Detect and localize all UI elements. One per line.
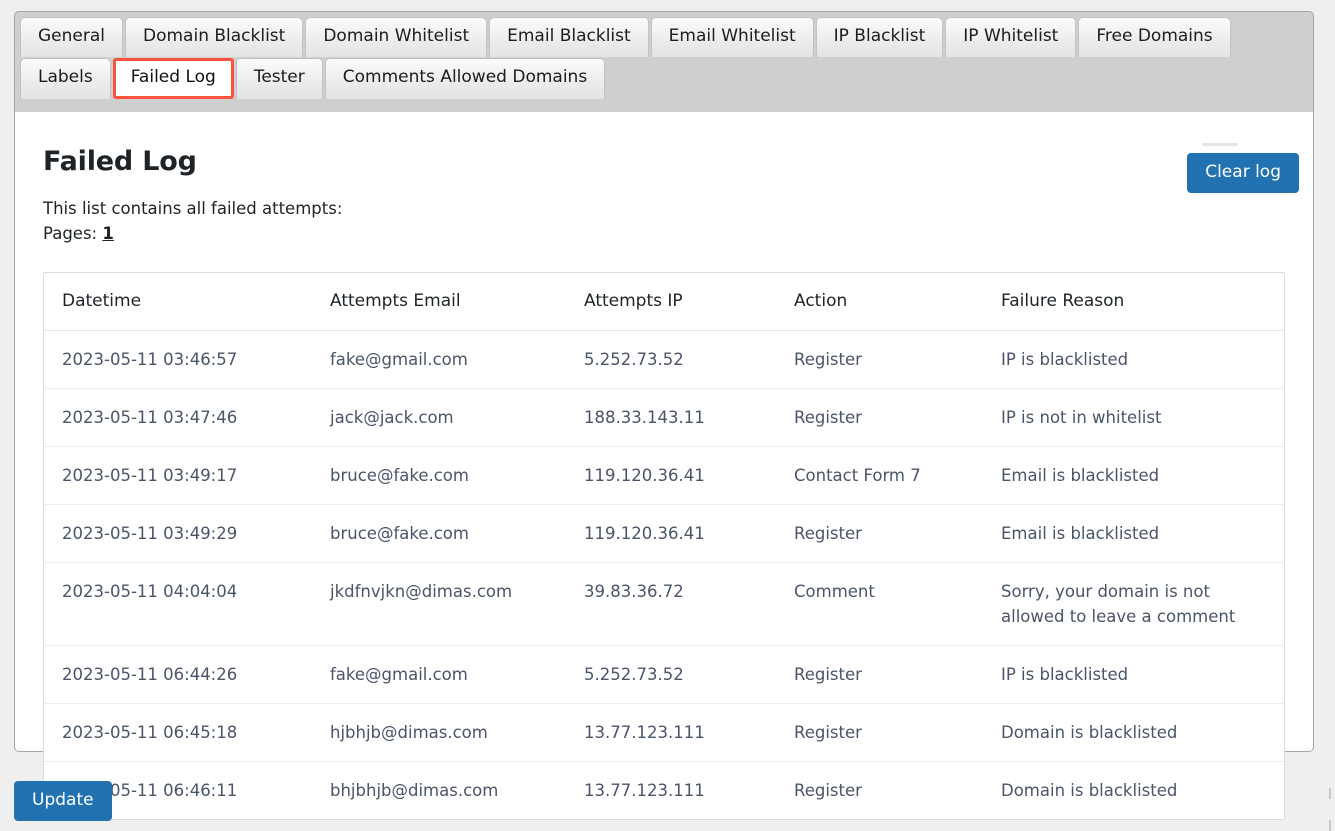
cell-ip: 39.83.36.72 (566, 562, 776, 646)
button-hover-artifact (1202, 143, 1238, 146)
table-row: 2023-05-11 04:04:04 jkdfnvjkn@dimas.com 39… (44, 562, 1284, 646)
tab-email-whitelist[interactable]: Email Whitelist (650, 17, 814, 57)
pagination: Pages: 1 (43, 222, 1285, 246)
table-row: 2023-05-11 03:49:17 bruce@fake.com 119.120… (44, 446, 1284, 505)
table-row: 2023-05-11 03:49:29 bruce@fake.com 119.120… (44, 504, 1284, 563)
page-title: Failed Log (43, 146, 197, 177)
cell-reason: IP is blacklisted (983, 645, 1284, 704)
pages-label: Pages: (43, 224, 98, 243)
tab-row-secondary: Labels Failed Log Tester Comments Allowed D… (20, 58, 1308, 100)
cell-ip: 5.252.73.52 (566, 330, 776, 389)
table-header-row: Datetime Attempts Email Attempts IP Action F… (44, 273, 1284, 331)
tab-row-primary: General Domain Blacklist Domain Whitelist E… (20, 17, 1308, 58)
cell-datetime: 2023-05-11 06:44:26 (44, 645, 312, 704)
cell-email: jkdfnvjkn@dimas.com (312, 562, 566, 646)
page-number-link[interactable]: 1 (102, 224, 113, 243)
cell-datetime: 2023-05-11 03:46:57 (44, 330, 312, 389)
cell-reason: Sorry, your domain is not allowed to lea… (983, 562, 1284, 646)
cell-reason: Domain is blacklisted (983, 703, 1284, 762)
cell-action: Register (776, 645, 983, 704)
cell-datetime: 2023-05-11 06:45:18 (44, 703, 312, 762)
cell-email: jack@jack.com (312, 388, 566, 447)
cell-reason: Domain is blacklisted (1001, 781, 1178, 800)
table-header: Datetime Attempts Email Attempts IP Action F… (44, 273, 1284, 331)
cell-action: Register (776, 504, 983, 563)
tab-email-blacklist[interactable]: Email Blacklist (489, 17, 649, 57)
column-header-datetime: Datetime (44, 273, 312, 331)
tab-ip-whitelist[interactable]: IP Whitelist (945, 17, 1077, 57)
table-row: 2023-05-11 03:46:57 fake@gmail.com 5.252.7… (44, 330, 1284, 389)
tab-failed-log[interactable]: Failed Log (112, 58, 234, 99)
tab-domain-blacklist[interactable]: Domain Blacklist (125, 17, 304, 57)
cell-action: Register (776, 388, 983, 447)
cell-email: fake@gmail.com (312, 330, 566, 389)
tab-tester[interactable]: Tester (235, 58, 323, 99)
cell-ip: 188.33.143.11 (566, 388, 776, 447)
cell-action: Comment (776, 562, 983, 646)
table-body: 2023-05-11 03:46:57 fake@gmail.com 5.252.7… (44, 330, 1284, 820)
cell-reason: IP is not in whitelist (983, 388, 1284, 447)
table-row: 2023-05-11 06:46:11 bhjbhjb@dimas.com 13.7… (44, 762, 1284, 820)
cell-email: hjbhjb@dimas.com (312, 703, 566, 762)
table-row: 2023-05-11 03:47:46 jack@jack.com 188.33.1… (44, 388, 1284, 447)
update-button[interactable]: Update (14, 781, 112, 821)
tab-ip-blacklist[interactable]: IP Blacklist (815, 17, 944, 57)
cell-reason: Email is blacklisted (983, 446, 1284, 505)
cell-email: bhjbhjb@dimas.com (330, 781, 499, 800)
cell-email: bruce@fake.com (312, 446, 566, 505)
tab-free-domains[interactable]: Free Domains (1078, 17, 1231, 57)
table-row: 2023-05-11 06:44:26 fake@gmail.com 5.252.7… (44, 645, 1284, 704)
description-text: This list contains all failed attempts: (43, 199, 343, 218)
cell-action: Register (776, 330, 983, 389)
page-description: This list contains all failed attempts: … (43, 197, 1285, 246)
tab-general[interactable]: General (20, 17, 123, 57)
cell-email: fake@gmail.com (312, 645, 566, 704)
scrollbar-tick-upper (1329, 788, 1331, 799)
tab-labels[interactable]: Labels (20, 58, 111, 99)
table-row: 2023-05-11 06:45:18 hjbhjb@dimas.com 13.77… (44, 703, 1284, 762)
column-header-attempts-ip: Attempts IP (566, 273, 776, 331)
column-header-attempts-email: Attempts Email (312, 273, 566, 331)
cell-datetime: 2023-05-11 03:49:17 (44, 446, 312, 505)
cell-datetime: 2023-05-11 04:04:04 (44, 562, 312, 646)
cell-ip: 119.120.36.41 (566, 446, 776, 505)
cell-ip: 13.77.123.111 (566, 703, 776, 762)
cell-action: Register (776, 703, 983, 762)
column-header-failure-reason: Failure Reason (983, 273, 1284, 331)
tab-comments-allowed-domains[interactable]: Comments Allowed Domains (324, 58, 606, 99)
tab-domain-whitelist[interactable]: Domain Whitelist (305, 17, 488, 57)
cell-email: bruce@fake.com (312, 504, 566, 563)
failed-log-table: Datetime Attempts Email Attempts IP Action F… (44, 273, 1284, 819)
cell-datetime: 2023-05-11 03:47:46 (44, 388, 312, 447)
cell-ip: 13.77.123.111 (584, 781, 705, 800)
cell-ip: 119.120.36.41 (566, 504, 776, 563)
failed-log-table-container: Datetime Attempts Email Attempts IP Action F… (43, 272, 1285, 820)
cell-reason: Email is blacklisted (983, 504, 1284, 563)
cell-ip: 5.252.73.52 (566, 645, 776, 704)
clear-log-button[interactable]: Clear log (1187, 153, 1299, 193)
cell-action: Register (794, 781, 862, 800)
cell-datetime: 2023-05-11 03:49:29 (44, 504, 312, 563)
column-header-action: Action (776, 273, 983, 331)
cell-reason: IP is blacklisted (983, 330, 1284, 389)
failed-log-panel: Clear log Failed Log This list contains … (14, 112, 1314, 820)
scrollbar-tick-lower (1329, 820, 1331, 831)
cell-action: Contact Form 7 (776, 446, 983, 505)
